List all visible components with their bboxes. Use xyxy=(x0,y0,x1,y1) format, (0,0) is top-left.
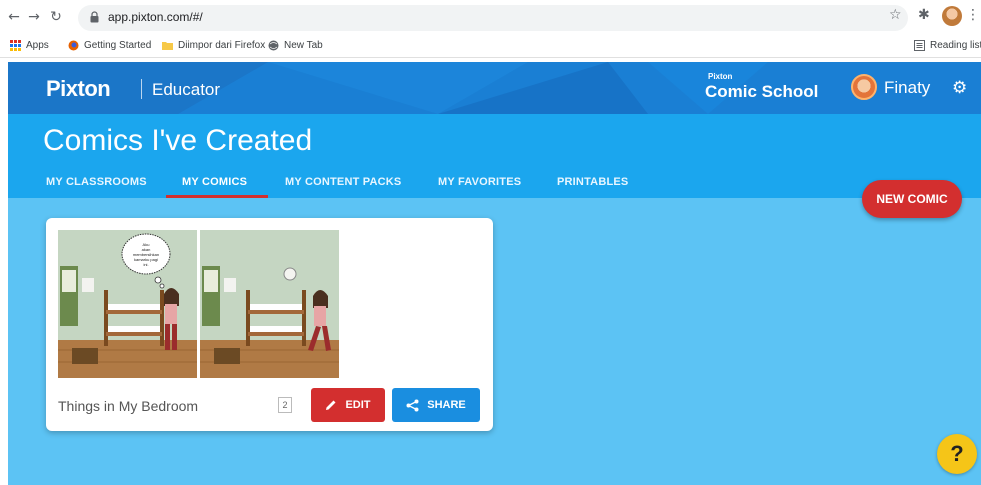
bookmark-label: Diimpor dari Firefox xyxy=(178,40,266,51)
firefox-icon xyxy=(68,40,79,51)
bookmark-apps[interactable]: Apps xyxy=(10,40,49,51)
edit-button[interactable]: EDIT xyxy=(311,388,385,422)
forward-icon[interactable]: → xyxy=(26,9,42,25)
extensions-icon[interactable]: ✱ xyxy=(918,7,930,23)
url-text: app.pixton.com/#/ xyxy=(108,10,203,24)
comic-card[interactable]: Aku akan membersihkan kamarku pagi ini. xyxy=(46,218,493,431)
comic-school-logo[interactable]: Comic School xyxy=(705,82,818,102)
lock-icon xyxy=(90,11,99,23)
bookmark-getting-started[interactable]: Getting Started xyxy=(68,40,151,51)
tab-my-classrooms[interactable]: MY CLASSROOMS xyxy=(46,176,147,188)
reload-icon[interactable]: ↻ xyxy=(48,9,64,25)
folder-icon xyxy=(162,42,173,50)
back-icon[interactable]: ← xyxy=(6,9,22,25)
new-comic-button[interactable]: NEW COMIC xyxy=(862,180,962,218)
reading-list-icon xyxy=(914,40,925,51)
page-title: Comics I've Created xyxy=(43,124,313,157)
bookmark-label: Getting Started xyxy=(84,40,152,51)
comic-school-logo-small: Pixton xyxy=(708,72,733,81)
bookmark-star-icon[interactable]: ☆ xyxy=(889,7,902,23)
browser-toolbar: ← → ↻ app.pixton.com/#/ ☆ ✱ ⋮ xyxy=(0,0,981,36)
reading-list-label: Reading list xyxy=(930,40,981,51)
user-name[interactable]: Finaty xyxy=(884,78,930,98)
tab-my-favorites[interactable]: MY FAVORITES xyxy=(438,176,521,188)
pencil-icon xyxy=(326,400,336,410)
pixton-logo[interactable]: Pixton xyxy=(46,76,111,102)
share-icon xyxy=(406,399,419,411)
bookmarks-bar: Apps Getting Started Diimpor dari Firefo… xyxy=(0,36,981,58)
tab-my-content-packs[interactable]: MY CONTENT PACKS xyxy=(285,176,401,188)
address-bar[interactable]: app.pixton.com/#/ xyxy=(78,5,908,31)
tab-my-comics[interactable]: MY COMICS xyxy=(182,176,247,188)
apps-grid-icon xyxy=(10,40,21,51)
app-header: Pixton Educator Pixton Comic School Fina… xyxy=(8,62,981,114)
comic-panel-1[interactable]: Aku akan membersihkan kamarku pagi ini. xyxy=(58,230,197,378)
share-label: SHARE xyxy=(427,399,466,411)
comic-title: Things in My Bedroom xyxy=(58,398,199,414)
panel-count-badge: 2 xyxy=(278,397,292,413)
browser-profile-avatar[interactable] xyxy=(942,6,962,26)
comic-panel-2[interactable] xyxy=(200,230,339,378)
browser-menu-icon[interactable]: ⋮ xyxy=(966,7,980,23)
wall-clock-icon xyxy=(283,267,297,281)
tab-printables[interactable]: PRINTABLES xyxy=(557,176,628,188)
bookmark-imported-folder[interactable]: Diimpor dari Firefox xyxy=(162,40,265,51)
reading-list[interactable]: Reading list xyxy=(914,40,981,51)
edit-label: EDIT xyxy=(345,399,371,411)
bookmark-label: New Tab xyxy=(284,40,323,51)
gear-icon[interactable]: ⚙ xyxy=(952,78,967,98)
comic-panel-2-art xyxy=(200,230,339,378)
help-button[interactable]: ? xyxy=(937,434,977,474)
user-avatar[interactable] xyxy=(851,74,877,100)
svg-text:ini.: ini. xyxy=(143,262,148,267)
page-title-area: Comics I've Created MY CLASSROOMS MY COM… xyxy=(8,114,981,198)
bookmark-new-tab[interactable]: New Tab xyxy=(268,40,323,51)
globe-icon xyxy=(268,40,279,51)
comic-panel-1-art: Aku akan membersihkan kamarku pagi ini. xyxy=(58,230,197,378)
share-button[interactable]: SHARE xyxy=(392,388,480,422)
educator-label: Educator xyxy=(152,80,221,99)
bookmark-label: Apps xyxy=(26,40,49,51)
header-divider xyxy=(141,79,142,99)
